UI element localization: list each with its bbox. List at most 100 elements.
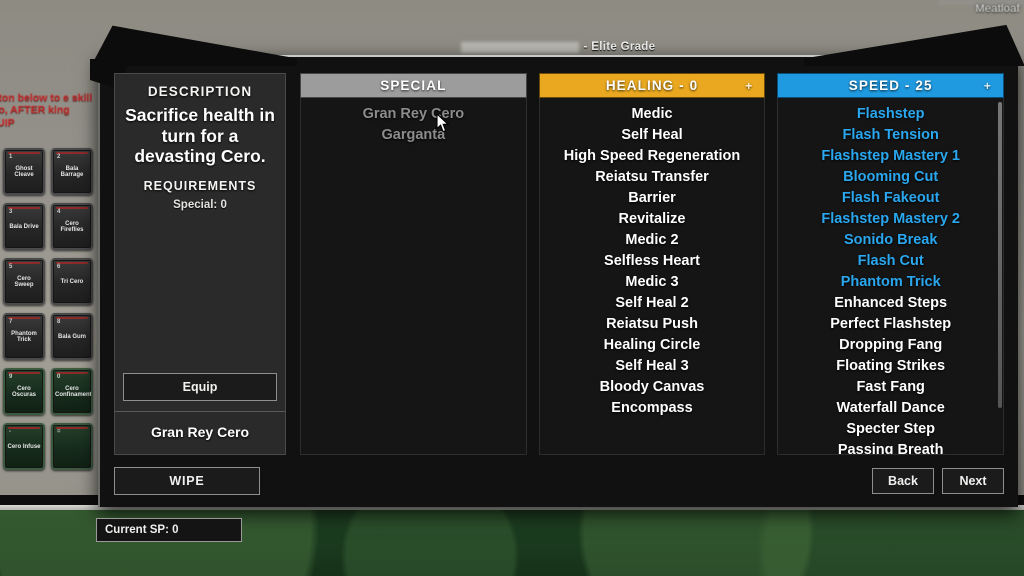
skill-slot-number: = <box>57 429 61 435</box>
skill-slot-label: Tri Cero <box>60 278 84 285</box>
skill-slot[interactable]: 1 Ghost Cleave <box>3 148 45 195</box>
skill-list-item[interactable]: Flash Tension <box>778 125 1003 146</box>
skill-list-item[interactable]: Gran Rey Cero <box>301 104 526 125</box>
skill-list-item[interactable]: Medic <box>540 104 765 125</box>
skill-list-item[interactable]: Bloody Canvas <box>540 377 765 398</box>
skill-column-special: SPECIAL Gran Rey Cero Garganta <box>300 73 527 455</box>
panel-spacer <box>121 211 279 373</box>
skill-slot-row: 3 Bala Drive 4 Cero Fireflies <box>0 203 98 250</box>
skill-list-item[interactable]: Flash Fakeout <box>778 188 1003 209</box>
window-body: DESCRIPTION Sacrifice health in turn for… <box>114 73 1005 455</box>
skill-list-item[interactable]: Phantom Trick <box>778 272 1003 293</box>
redacted-name-block <box>460 41 579 53</box>
skill-list-item[interactable]: Garganta <box>301 125 526 146</box>
skill-list-item[interactable]: Flash Cut <box>778 251 1003 272</box>
skill-slot-row: 1 Ghost Cleave 2 Bala Barrage <box>0 148 98 195</box>
skill-list-speed[interactable]: Flashstep Flash Tension Flashstep Mastery … <box>777 98 1005 455</box>
skill-slot[interactable]: 0 Cero Confinamento <box>51 368 93 415</box>
skill-slot[interactable]: = <box>51 423 93 470</box>
skill-list-item[interactable]: Selfless Heart <box>540 251 765 272</box>
skill-slot-number: 9 <box>9 374 13 380</box>
wipe-button[interactable]: WIPE <box>114 467 260 495</box>
skill-list-item[interactable]: Flashstep Mastery 2 <box>778 209 1003 230</box>
equip-hint-text: button below to e skill onto, AFTER king… <box>0 92 93 129</box>
skill-slot-number: 0 <box>57 374 61 380</box>
skill-slot-number: 6 <box>57 264 61 270</box>
skill-list-item[interactable]: Perfect Flashstep <box>778 314 1003 335</box>
skill-slot-number: 2 <box>57 154 61 160</box>
skill-list-item[interactable]: Enhanced Steps <box>778 293 1003 314</box>
skill-slot[interactable]: 9 Cero Oscuras <box>3 368 45 415</box>
window-footer: WIPE Back Next <box>114 465 1004 497</box>
description-heading: DESCRIPTION <box>147 84 253 99</box>
skill-slot-number: 7 <box>9 319 13 325</box>
skill-list-item[interactable]: Encompass <box>540 398 765 419</box>
skill-slot-label: Cero Fireflies <box>60 220 84 234</box>
description-text: Sacrifice health in turn for a devasting… <box>125 105 275 167</box>
player-name-label: Meatloaf <box>975 3 1020 15</box>
skill-slot-label: Phantom Trick <box>11 330 37 344</box>
skill-list-special[interactable]: Gran Rey Cero Garganta <box>300 98 527 455</box>
skill-list-item[interactable]: Waterfall Dance <box>778 398 1003 419</box>
skill-slot-label: Cero Confinamento <box>55 385 93 399</box>
footer-nav-buttons: Back Next <box>872 468 1004 494</box>
column-header-label: SPEED - 25 <box>848 78 933 93</box>
skill-list-item[interactable]: Barrier <box>540 188 765 209</box>
column-header-speed[interactable]: SPEED - 25 + <box>777 73 1005 98</box>
skill-list-healing[interactable]: Medic Self Heal High Speed Regeneration Rei… <box>538 98 766 455</box>
skill-slot-number: 3 <box>9 209 13 215</box>
equip-button[interactable]: Equip <box>123 373 277 401</box>
skill-column-speed: SPEED - 25 + Flashstep Flash Tension Flashst… <box>777 73 1005 455</box>
skill-slot-label: Cero Sweep <box>14 275 34 289</box>
skill-tree-window: DESCRIPTION Sacrifice health in turn for… <box>90 24 1024 507</box>
skill-list-item[interactable]: Sonido Break <box>778 230 1003 251</box>
skill-list-item[interactable]: Self Heal 3 <box>540 356 765 377</box>
skill-slot-label: Cero Oscuras <box>11 385 36 399</box>
column-header-label: HEALING - 0 <box>605 78 699 93</box>
skill-slot[interactable]: 4 Cero Fireflies <box>51 203 93 250</box>
selected-skill-name: Gran Rey Cero <box>150 424 250 440</box>
skill-list-item[interactable]: Dropping Fang <box>778 335 1003 356</box>
window-title-suffix: - Elite Grade <box>583 41 656 53</box>
requirements-value: Special: 0 <box>173 198 227 211</box>
skill-list-item[interactable]: Self Heal <box>540 125 765 146</box>
back-button[interactable]: Back <box>872 468 934 494</box>
skill-list-item[interactable]: Medic 2 <box>540 230 765 251</box>
description-panel: DESCRIPTION Sacrifice health in turn for… <box>114 73 286 455</box>
skill-slot[interactable]: 8 Bala Gum <box>51 313 93 360</box>
skill-list-item[interactable]: Flashstep <box>778 104 1003 125</box>
column-header-healing[interactable]: HEALING - 0 + <box>538 73 766 98</box>
skill-slot[interactable]: - Cero Infuse <box>3 423 45 470</box>
skill-slot[interactable]: 7 Phantom Trick <box>3 313 45 360</box>
skill-list-item[interactable]: Flashstep Mastery 1 <box>778 146 1003 167</box>
skill-column-healing: HEALING - 0 + Medic Self Heal High Speed Reg… <box>538 73 766 455</box>
skill-list-item[interactable]: High Speed Regeneration <box>540 146 765 167</box>
skill-slot-row: 5 Cero Sweep 6 Tri Cero <box>0 258 98 305</box>
next-button[interactable]: Next <box>942 468 1004 494</box>
column-header-special[interactable]: SPECIAL <box>300 73 527 98</box>
skill-slot-label: Bala Drive <box>9 223 39 230</box>
skill-slot-label: Bala Gum <box>57 333 86 340</box>
skill-slot[interactable]: 6 Tri Cero <box>51 258 93 305</box>
skill-list-item[interactable]: Fast Fang <box>778 377 1003 398</box>
window-title: - Elite Grade <box>460 41 656 53</box>
add-point-plus-icon[interactable]: + <box>984 79 992 93</box>
skill-slot[interactable]: 5 Cero Sweep <box>3 258 45 305</box>
skill-list-item[interactable]: Reiatsu Push <box>540 314 765 335</box>
skill-list-item[interactable]: Floating Strikes <box>778 356 1003 377</box>
skill-slot[interactable]: 2 Bala Barrage <box>51 148 93 195</box>
skill-slot-grid[interactable]: 1 Ghost Cleave 2 Bala Barrage 3 Bala Drive 4 Ce… <box>0 148 98 478</box>
skill-list-item[interactable]: Healing Circle <box>540 335 765 356</box>
skill-list-item[interactable]: Self Heal 2 <box>540 293 765 314</box>
skill-list-item[interactable]: Specter Step <box>778 419 1003 440</box>
skill-list-item[interactable]: Revitalize <box>540 209 765 230</box>
skill-list-item[interactable]: Reiatsu Transfer <box>540 167 765 188</box>
skill-slot-row: 7 Phantom Trick 8 Bala Gum <box>0 313 98 360</box>
add-point-plus-icon[interactable]: + <box>745 79 753 93</box>
skill-slot[interactable]: 3 Bala Drive <box>3 203 45 250</box>
skill-slot-number: 8 <box>57 319 61 325</box>
skill-list-item[interactable]: Blooming Cut <box>778 167 1003 188</box>
skill-slot-label: Bala Barrage <box>60 165 84 179</box>
skill-list-item[interactable]: Medic 3 <box>540 272 765 293</box>
skill-list-item[interactable]: Passing Breath <box>778 440 1003 454</box>
